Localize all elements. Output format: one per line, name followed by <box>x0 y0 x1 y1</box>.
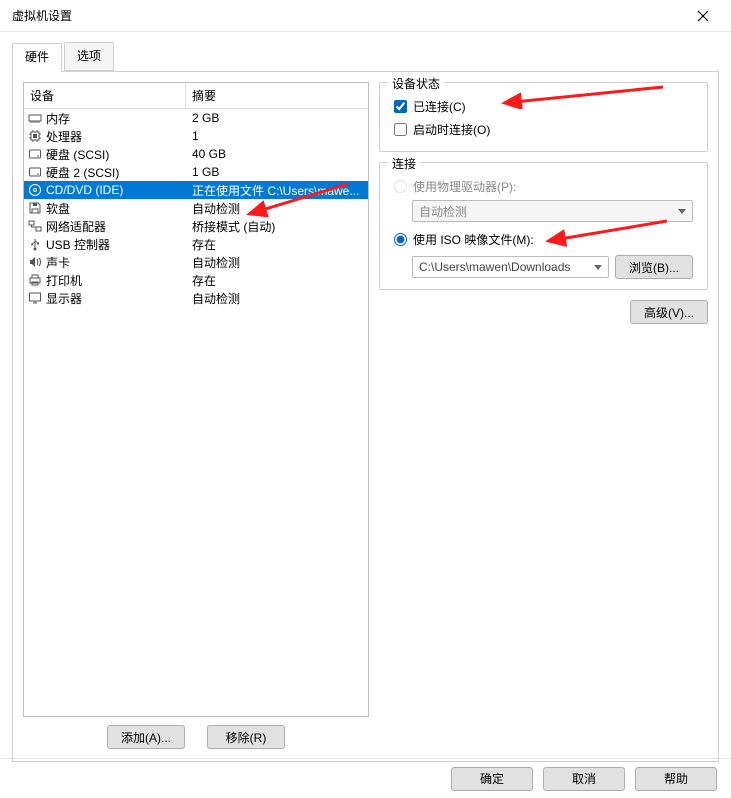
device-name: 硬盘 (SCSI) <box>46 146 109 163</box>
device-row[interactable]: 打印机 存在 <box>24 271 368 289</box>
titlebar: 虚拟机设置 <box>0 0 731 32</box>
iso-row[interactable]: 使用 ISO 映像文件(M): <box>390 228 697 251</box>
device-table: 设备 摘要 内存 2 GB 处理器 1 硬盘 (SCSI) 40 GB 硬盘 2 (SCSI… <box>23 82 369 717</box>
device-summary: 存在 <box>186 236 368 253</box>
device-summary: 存在 <box>186 272 368 289</box>
device-name: 硬盘 2 (SCSI) <box>46 164 119 181</box>
device-name: 软盘 <box>46 200 70 217</box>
cd-icon <box>28 183 42 197</box>
status-group-title: 设备状态 <box>388 75 444 92</box>
remove-button[interactable]: 移除(R) <box>207 725 285 749</box>
connection-group-title: 连接 <box>388 155 420 172</box>
left-button-row: 添加(A)... 移除(R) <box>23 717 369 751</box>
col-header-device[interactable]: 设备 <box>24 83 186 108</box>
physical-drive-label: 使用物理驱动器(P): <box>413 178 516 195</box>
physical-drive-row: 使用物理驱动器(P): <box>390 175 697 198</box>
memory-icon <box>28 111 42 125</box>
iso-path-combo[interactable]: C:\Users\mawen\Downloads <box>412 256 609 278</box>
sound-icon <box>28 255 42 269</box>
device-row[interactable]: 内存 2 GB <box>24 109 368 127</box>
device-name: 打印机 <box>46 272 82 289</box>
device-summary: 1 <box>186 129 368 143</box>
connect-poweron-checkbox[interactable] <box>394 123 407 136</box>
physical-drive-combo: 自动检测 <box>412 200 693 222</box>
device-row[interactable]: 处理器 1 <box>24 127 368 145</box>
connected-checkbox-row[interactable]: 已连接(C) <box>390 95 697 118</box>
device-name: 声卡 <box>46 254 70 271</box>
content-area: 硬件 选项 设备 摘要 内存 2 GB 处理器 1 硬盘 (SCSI) 40 GB 硬盘 2… <box>0 32 731 758</box>
help-button[interactable]: 帮助 <box>635 767 717 791</box>
connected-checkbox[interactable] <box>394 100 407 113</box>
device-row[interactable]: CD/DVD (IDE) 正在使用文件 C:\Users\mawe... <box>24 181 368 199</box>
device-row[interactable]: 网络适配器 桥接模式 (自动) <box>24 217 368 235</box>
device-row[interactable]: 声卡 自动检测 <box>24 253 368 271</box>
add-button[interactable]: 添加(A)... <box>107 725 185 749</box>
device-row[interactable]: 软盘 自动检测 <box>24 199 368 217</box>
col-header-summary[interactable]: 摘要 <box>186 83 368 108</box>
footer: 确定 取消 帮助 <box>0 758 731 798</box>
device-name: USB 控制器 <box>46 236 110 253</box>
connected-label: 已连接(C) <box>413 98 466 115</box>
display-icon <box>28 291 42 305</box>
disk-icon <box>28 147 42 161</box>
device-summary: 1 GB <box>186 165 368 179</box>
device-name: 内存 <box>46 110 70 127</box>
close-button[interactable] <box>683 0 723 32</box>
cpu-icon <box>28 129 42 143</box>
tab-hardware[interactable]: 硬件 <box>12 43 62 72</box>
floppy-icon <box>28 201 42 215</box>
device-summary: 自动检测 <box>186 290 368 307</box>
device-summary: 正在使用文件 C:\Users\mawe... <box>186 182 368 199</box>
device-name: CD/DVD (IDE) <box>46 183 123 197</box>
status-groupbox: 设备状态 已连接(C) 启动时连接(O) <box>379 82 708 152</box>
left-pane: 设备 摘要 内存 2 GB 处理器 1 硬盘 (SCSI) 40 GB 硬盘 2 (SCSI… <box>23 82 369 751</box>
device-row[interactable]: 硬盘 (SCSI) 40 GB <box>24 145 368 163</box>
usb-icon <box>28 237 42 251</box>
tab-body: 设备 摘要 内存 2 GB 处理器 1 硬盘 (SCSI) 40 GB 硬盘 2 (SCSI… <box>12 71 719 762</box>
tab-strip: 硬件 选项 <box>12 42 719 71</box>
device-name: 显示器 <box>46 290 82 307</box>
iso-radio[interactable] <box>394 233 407 246</box>
network-icon <box>28 219 42 233</box>
window-title: 虚拟机设置 <box>8 7 683 24</box>
connection-groupbox: 连接 使用物理驱动器(P): 自动检测 使用 ISO 映像文件(M): C:\U… <box>379 162 708 290</box>
disk-icon <box>28 165 42 179</box>
device-summary: 自动检测 <box>186 200 368 217</box>
connect-poweron-label: 启动时连接(O) <box>413 121 490 138</box>
device-rows: 内存 2 GB 处理器 1 硬盘 (SCSI) 40 GB 硬盘 2 (SCSI) 1 GB C… <box>24 109 368 307</box>
browse-button[interactable]: 浏览(B)... <box>615 255 693 279</box>
close-icon <box>697 10 709 22</box>
ok-button[interactable]: 确定 <box>451 767 533 791</box>
tab-options[interactable]: 选项 <box>64 42 114 71</box>
right-pane: 设备状态 已连接(C) 启动时连接(O) 连接 使用物理驱动器 <box>379 82 708 751</box>
device-summary: 2 GB <box>186 111 368 125</box>
device-row[interactable]: 显示器 自动检测 <box>24 289 368 307</box>
device-table-header: 设备 摘要 <box>24 83 368 109</box>
printer-icon <box>28 273 42 287</box>
device-row[interactable]: USB 控制器 存在 <box>24 235 368 253</box>
device-row[interactable]: 硬盘 2 (SCSI) 1 GB <box>24 163 368 181</box>
device-name: 处理器 <box>46 128 82 145</box>
cancel-button[interactable]: 取消 <box>543 767 625 791</box>
advanced-row: 高级(V)... <box>379 300 708 324</box>
advanced-button[interactable]: 高级(V)... <box>630 300 708 324</box>
device-summary: 自动检测 <box>186 254 368 271</box>
device-summary: 桥接模式 (自动) <box>186 218 368 235</box>
device-name: 网络适配器 <box>46 218 106 235</box>
iso-label: 使用 ISO 映像文件(M): <box>413 231 534 248</box>
device-summary: 40 GB <box>186 147 368 161</box>
physical-drive-radio <box>394 180 407 193</box>
connect-poweron-row[interactable]: 启动时连接(O) <box>390 118 697 141</box>
